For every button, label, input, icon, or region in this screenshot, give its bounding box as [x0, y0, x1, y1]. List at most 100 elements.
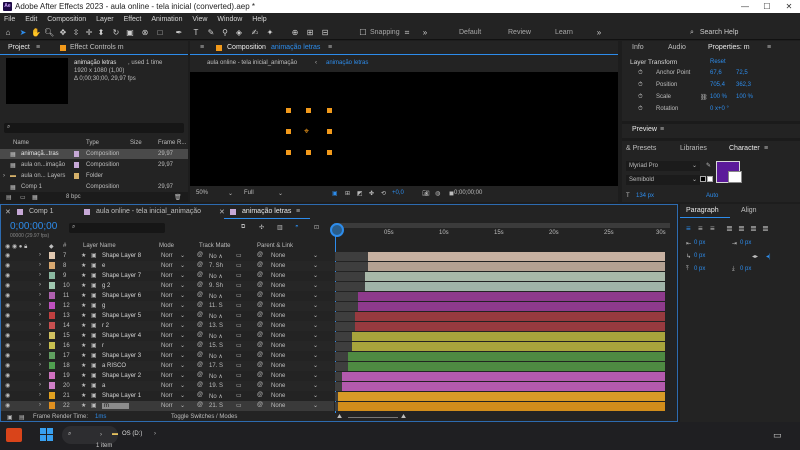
layer-duration-bar[interactable]: [348, 362, 665, 371]
layer-label-swatch[interactable]: [49, 272, 55, 279]
mode-header[interactable]: Mode: [159, 243, 174, 249]
matte-link-icon[interactable]: @: [197, 282, 203, 288]
rotation-tool-icon[interactable]: ↻: [111, 28, 121, 38]
comp-timecode[interactable]: 0;00;00;00: [454, 190, 482, 196]
layer-mode[interactable]: Norr: [161, 263, 173, 269]
time-ruler[interactable]: 0s 05s 10s 15s 20s 25s 30s: [334, 223, 670, 250]
layer-track-matte[interactable]: No ∧: [209, 293, 223, 300]
chevron-down-icon[interactable]: ⌄: [180, 352, 185, 359]
layer-duration-bar[interactable]: [365, 282, 665, 291]
render-icon[interactable]: ▣: [7, 414, 13, 421]
layer-track-matte[interactable]: 7. Sh: [209, 263, 223, 269]
white-swatch[interactable]: [707, 176, 713, 182]
windows-start-icon[interactable]: [40, 428, 54, 442]
layer-track-matte[interactable]: 13. S: [209, 323, 223, 329]
font-style-dropdown[interactable]: Semibold ⌄: [626, 175, 700, 185]
parent-pickwhip-icon[interactable]: @: [257, 342, 263, 348]
layer-mode[interactable]: Norr: [161, 253, 173, 259]
layer-mode[interactable]: Norr: [161, 323, 173, 329]
col-name[interactable]: Name: [13, 140, 29, 146]
align-center-icon[interactable]: ≡: [698, 224, 703, 233]
layer-parent[interactable]: None: [271, 403, 285, 409]
chevron-down-icon[interactable]: ⌄: [180, 282, 185, 289]
eyedropper-icon[interactable]: ✎: [706, 162, 711, 169]
panel-menu-icon[interactable]: ≡: [764, 145, 768, 152]
matte-toggle-icon[interactable]: ▭: [236, 252, 242, 259]
reset-link[interactable]: Reset: [710, 59, 726, 65]
stopwatch-icon[interactable]: ⏱︎: [638, 82, 643, 89]
matte-toggle-icon[interactable]: ▭: [236, 312, 242, 319]
layer-name[interactable]: e: [102, 263, 105, 269]
layer-row[interactable]: ◉ › 12 ★ ▣ g Norr ⌄ @11. S ▭ @ None ⌄: [1, 301, 334, 311]
chevron-down-icon[interactable]: ⌄: [313, 402, 318, 409]
layer-track-matte[interactable]: 21. S: [209, 403, 223, 409]
project-item-row[interactable]: ▦ Comp 1 Composition 29,97: [0, 182, 188, 192]
local-axis-icon[interactable]: ⊕: [290, 28, 300, 38]
rectangle-tool-icon[interactable]: □: [155, 28, 165, 38]
tab-animacao-letras[interactable]: animação letras: [242, 208, 291, 215]
layer-label-swatch[interactable]: [49, 402, 55, 409]
layer-name[interactable]: r 2: [102, 323, 109, 329]
layer-parent[interactable]: None: [271, 343, 285, 349]
panel-menu-icon[interactable]: ≡: [328, 44, 332, 51]
panel-menu-icon[interactable]: ≡: [296, 208, 300, 215]
hand-tool-icon[interactable]: ✋: [31, 28, 41, 38]
orbit-tool-icon[interactable]: ✥: [58, 28, 68, 38]
tab-comp-1[interactable]: Comp 1: [29, 208, 54, 215]
layer-parent[interactable]: None: [271, 353, 285, 359]
tab-info[interactable]: Info: [632, 44, 644, 51]
handle-bl[interactable]: [286, 150, 291, 155]
parent-pickwhip-icon[interactable]: @: [257, 302, 263, 308]
layer-parent[interactable]: None: [271, 303, 285, 309]
link-icon[interactable]: ⛓︎: [700, 94, 708, 101]
layer-row[interactable]: ◉ › 21 ★ ▣ Shape Layer 1 Norr ⌄ @ No ∧ ▭ @ None ⌄: [1, 391, 334, 401]
justify-all-icon[interactable]: ≣: [762, 224, 769, 233]
parent-pickwhip-icon[interactable]: @: [257, 352, 263, 358]
parent-pickwhip-icon[interactable]: @: [257, 282, 263, 288]
panel-menu-icon[interactable]: ≡: [660, 126, 664, 133]
layer-duration-bar[interactable]: [352, 342, 665, 351]
zoom-slider[interactable]: [348, 417, 398, 418]
layer-row[interactable]: ◉ › 7 ★ ▣ Shape Layer 8 Norr ⌄ @ No ∧ ▭ @ None ⌄: [1, 251, 334, 261]
chevron-right-icon[interactable]: ›: [39, 312, 41, 318]
col-size[interactable]: Size: [130, 140, 142, 146]
panel-menu-icon[interactable]: ≡: [36, 44, 40, 51]
anchor-tool-icon[interactable]: ⊗: [140, 28, 150, 38]
project-search-input[interactable]: ⌕: [4, 123, 184, 133]
chevron-right-icon[interactable]: ›: [39, 302, 41, 308]
visibility-eye-icon[interactable]: ◉: [5, 302, 10, 309]
position-y[interactable]: 362,3: [736, 82, 751, 88]
chevron-right-icon[interactable]: ›: [39, 392, 41, 398]
chevron-right-icon[interactable]: ›: [39, 352, 41, 358]
anchor-x[interactable]: 67,6: [710, 70, 722, 76]
layer-row[interactable]: ◉ › 13 ★ ▣ Shape Layer 5 Norr ⌄ @ No ∧ ▭ @ None ⌄: [1, 311, 334, 321]
layer-label-swatch[interactable]: [49, 252, 55, 259]
selection-tool-icon[interactable]: ➤: [18, 28, 28, 38]
chevron-down-icon[interactable]: ⌄: [180, 312, 185, 319]
close-icon[interactable]: ✕: [778, 0, 800, 13]
chevron-right-icon[interactable]: ›: [39, 272, 41, 278]
layer-label-swatch[interactable]: [49, 392, 55, 399]
new-comp-icon[interactable]: ▦: [32, 194, 38, 201]
panel-menu-icon[interactable]: ≡: [767, 44, 771, 51]
chevron-down-icon[interactable]: ⌄: [313, 332, 318, 339]
layer-mode[interactable]: Norr: [161, 273, 173, 279]
rtl-text-icon[interactable]: ◂|: [766, 253, 771, 260]
layer-duration-bar[interactable]: [338, 402, 665, 411]
handle-bc[interactable]: [306, 150, 311, 155]
layer-track-matte[interactable]: 17. S: [209, 363, 223, 369]
position-x[interactable]: 705,4: [710, 82, 725, 88]
preview-label[interactable]: Preview: [632, 126, 657, 133]
chevron-down-icon[interactable]: ⌄: [313, 372, 318, 379]
workspace-overflow-icon[interactable]: »: [594, 28, 604, 38]
layer-track-matte[interactable]: No ∧: [209, 273, 223, 280]
puppet-tool-icon[interactable]: ✦: [265, 28, 275, 38]
matte-toggle-icon[interactable]: ▭: [236, 352, 242, 359]
home-icon[interactable]: ⌂: [3, 28, 13, 38]
eraser-tool-icon[interactable]: ◈: [234, 28, 244, 38]
align-left-icon[interactable]: ≡: [686, 224, 691, 233]
quality-dropdown[interactable]: Full: [244, 190, 254, 196]
matte-link-icon[interactable]: @: [197, 342, 203, 348]
chevron-down-icon[interactable]: ⌄: [228, 190, 233, 197]
anchor-point-icon[interactable]: ⌖: [304, 127, 313, 136]
